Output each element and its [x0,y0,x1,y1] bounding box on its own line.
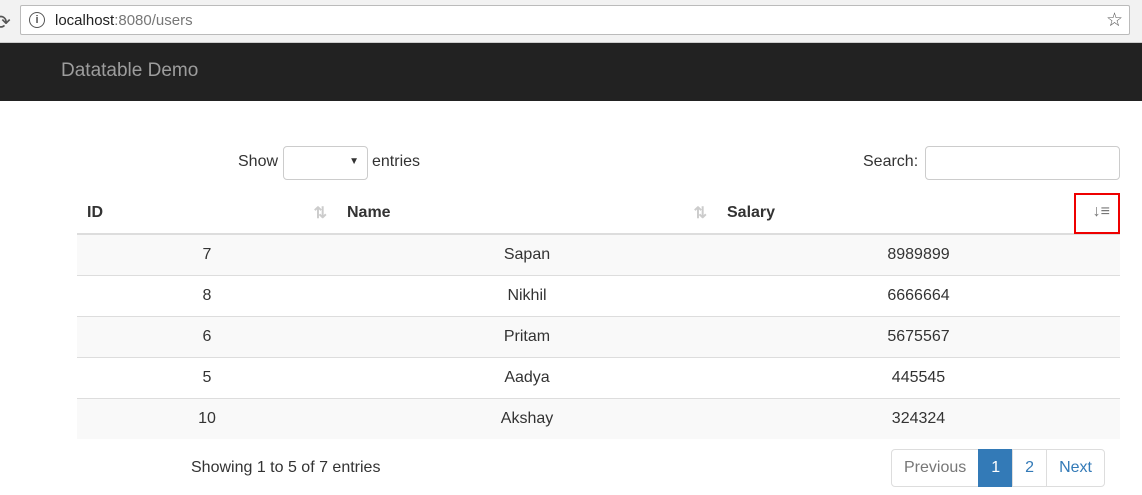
info-icon[interactable]: i [29,12,45,28]
cell-salary: 445545 [717,357,1120,399]
page-2-button[interactable]: 2 [1012,449,1048,487]
url-text: localhost:8080/users [55,12,193,29]
table-row: 10 Akshay 324324 [77,398,1120,439]
cell-name: Aadya [337,357,717,399]
page-1-button[interactable]: 1 [978,449,1014,487]
header-label: Name [347,203,391,221]
cell-name: Nikhil [337,275,717,317]
dropdown-arrow-icon: ▼ [349,156,359,167]
table-info: Showing 1 to 5 of 7 entries [191,459,381,476]
cell-salary: 5675567 [717,316,1120,358]
url-path: :8080/users [114,12,193,29]
sort-icon: ⇅ [313,205,327,222]
sort-icon: ⇅ [693,205,707,222]
table-row: 5 Aadya 445545 [77,357,1120,399]
column-header-salary[interactable]: Salary ↓≡ [717,192,1120,235]
pagination: Previous 1 2 Next [891,449,1105,487]
cell-salary: 8989899 [717,233,1120,276]
header-label: ID [87,203,103,221]
cell-name: Akshay [337,398,717,439]
cell-id: 10 [77,398,337,439]
previous-button[interactable]: Previous [891,449,980,487]
column-header-name[interactable]: Name ⇅ [337,192,717,235]
cell-id: 5 [77,357,337,399]
column-header-id[interactable]: ID ⇅ [77,192,337,235]
cell-id: 6 [77,316,337,358]
cell-name: Pritam [337,316,717,358]
address-bar[interactable]: i localhost:8080/users ☆ [20,5,1130,35]
table-row: 6 Pritam 5675567 [77,316,1120,358]
navbar-brand[interactable]: Datatable Demo [61,60,198,82]
cell-id: 8 [77,275,337,317]
navbar: Datatable Demo [0,43,1142,101]
users-table: ID ⇅ Name ⇅ Salary ↓≡ 7 Sapan 8989899 8 Nikhil… [77,192,1120,439]
table-row: 7 Sapan 8989899 [77,233,1120,276]
url-host: localhost [55,12,115,29]
highlight-box [1074,193,1120,234]
show-label: Show [238,153,279,170]
entries-label: entries [372,153,421,170]
cell-name: Sapan [337,233,717,276]
next-button[interactable]: Next [1046,449,1105,487]
page-length-select[interactable]: ▼ [283,146,368,180]
cell-salary: 6666664 [717,275,1120,317]
browser-toolbar: ⟳ i localhost:8080/users ☆ [0,0,1142,43]
bookmark-star-icon[interactable]: ☆ [1106,9,1123,32]
cell-id: 7 [77,233,337,276]
header-label: Salary [727,203,776,221]
cell-salary: 324324 [717,398,1120,439]
table-row: 8 Nikhil 6666664 [77,275,1120,317]
search-label: Search: [863,153,919,170]
search-input[interactable] [925,146,1120,180]
reload-icon[interactable]: ⟳ [0,10,11,35]
